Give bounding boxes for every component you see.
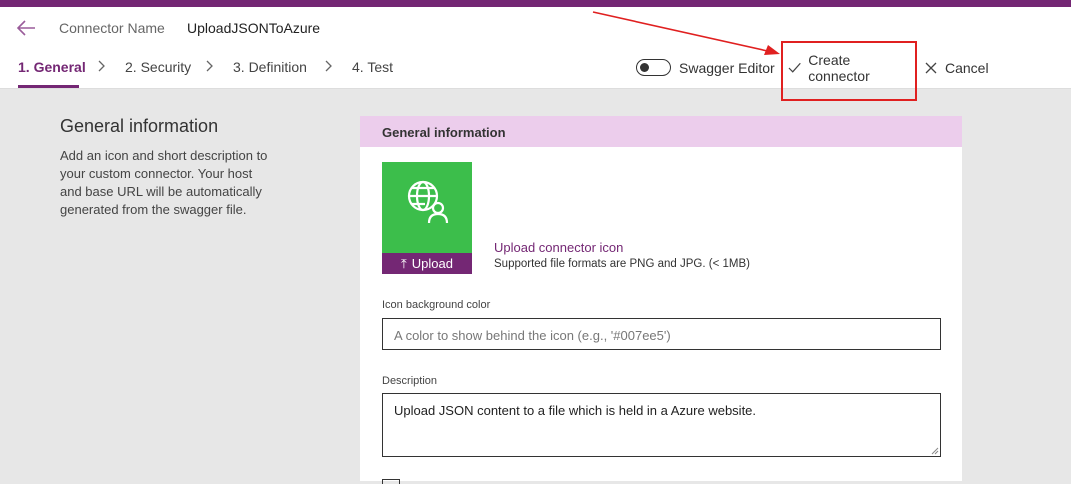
globe-user-icon — [407, 180, 449, 224]
icon-background-color-label: Icon background color — [382, 299, 491, 311]
panel-header: General information — [360, 116, 962, 147]
swagger-editor-label: Swagger Editor — [679, 60, 775, 76]
section-description: Add an icon and short description to you… — [60, 148, 268, 217]
tab-security[interactable]: 2. Security — [125, 59, 191, 75]
upload-button-label: Upload — [411, 256, 453, 271]
resize-handle-icon[interactable] — [931, 447, 939, 455]
panel-title: General information — [382, 125, 506, 140]
chevron-right-icon — [206, 60, 213, 72]
checkmark-icon — [788, 62, 801, 73]
supported-formats-text: Supported file formats are PNG and JPG. … — [494, 258, 750, 270]
description-textarea[interactable]: Upload JSON content to a file which is h… — [382, 393, 941, 457]
chevron-right-icon — [325, 60, 332, 72]
upload-button[interactable]: ⤒ Upload — [382, 253, 472, 274]
upload-connector-icon-link[interactable]: Upload connector icon — [494, 240, 623, 255]
icon-background-color-placeholder: A color to show behind the icon (e.g., '… — [394, 328, 671, 343]
header-bar: Connector Name UploadJSONToAzure — [0, 7, 1071, 48]
active-tab-indicator — [18, 85, 79, 88]
upload-arrow-icon: ⤒ — [401, 255, 407, 271]
checkbox[interactable] — [382, 479, 400, 484]
connector-name-label: Connector Name — [59, 20, 165, 36]
step-navigation: 1. General 2. Security 3. Definition 4. … — [0, 48, 1071, 89]
tab-definition[interactable]: 3. Definition — [233, 59, 307, 75]
section-title: General information — [60, 116, 219, 136]
tab-test[interactable]: 4. Test — [352, 59, 393, 75]
create-connector-button[interactable]: Create connector — [784, 52, 910, 84]
general-information-panel: General information ⤒ Upload Upload conn… — [360, 116, 962, 484]
description-value: Upload JSON content to a file which is h… — [394, 403, 757, 418]
create-connector-label: Create connector — [808, 52, 870, 84]
tab-general[interactable]: 1. General — [18, 59, 86, 75]
cancel-label: Cancel — [945, 60, 989, 76]
swagger-editor-toggle[interactable] — [636, 59, 671, 76]
chevron-right-icon — [98, 60, 105, 72]
back-arrow-icon[interactable] — [15, 18, 37, 38]
connector-name-value[interactable]: UploadJSONToAzure — [187, 20, 320, 36]
icon-background-color-input[interactable]: A color to show behind the icon (e.g., '… — [382, 318, 941, 350]
connector-icon-preview: ⤒ Upload — [382, 162, 472, 274]
close-icon — [925, 62, 937, 74]
cancel-button[interactable]: Cancel — [922, 54, 992, 82]
top-accent-bar — [0, 0, 1071, 7]
description-label: Description — [382, 375, 438, 387]
toggle-knob — [640, 63, 649, 72]
